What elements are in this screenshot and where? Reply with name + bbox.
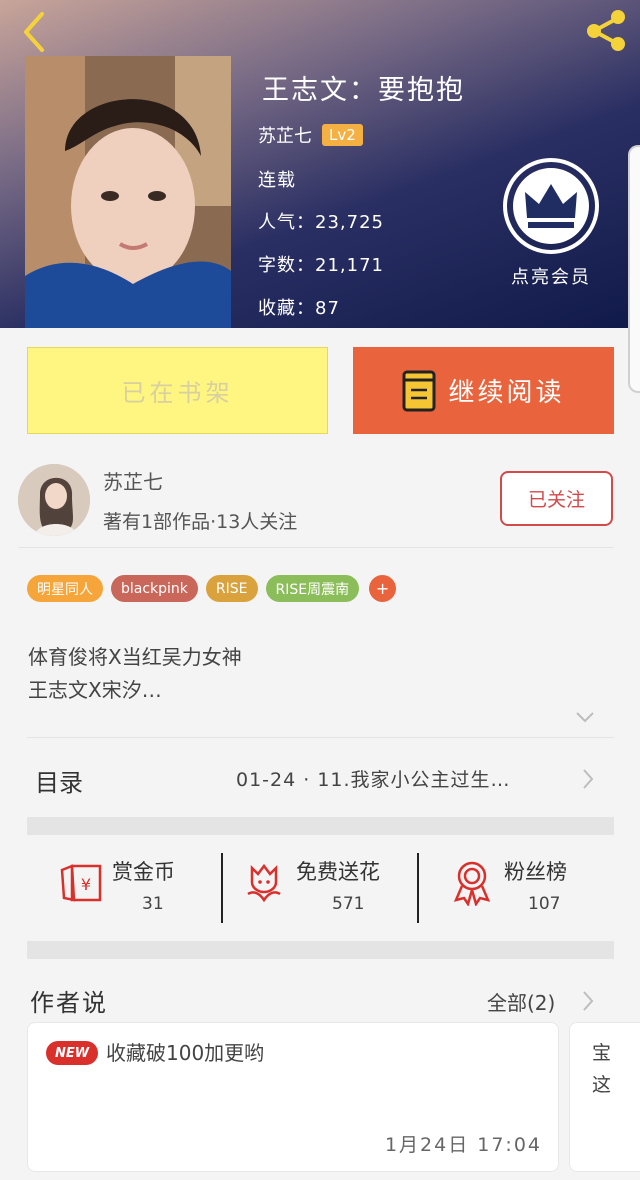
author-avatar[interactable] [18, 464, 90, 536]
author-says-title: 作者说 [30, 989, 108, 1017]
share-icon[interactable] [582, 6, 630, 54]
author-note-card[interactable]: NEW 收藏破100加更哟 1月24日 17:04 [27, 1022, 559, 1172]
vip-label[interactable]: 点亮会员 [492, 263, 610, 289]
book-cover-image[interactable] [25, 56, 231, 328]
chevron-right-icon[interactable] [581, 768, 595, 790]
tag-item[interactable]: 明星同人 [27, 575, 103, 602]
fan-ranking-label: 粉丝榜 [504, 860, 567, 884]
description-line: 体育俊将X当红吴力女神 [28, 645, 242, 669]
reward-coins-stat[interactable]: ¥ 赏金币 31 [58, 852, 198, 922]
tag-list: 明星同人 blackpink RISE RISE周震南 + [27, 575, 397, 602]
followed-label: 已关注 [527, 489, 585, 511]
free-flower-value: 571 [332, 894, 365, 914]
description-line: 王志文X宋汐… [28, 678, 162, 702]
ribbon-medal-icon [453, 861, 491, 906]
author-note-card[interactable]: 宝这 [569, 1022, 640, 1172]
in-bookshelf-label: 已在书架 [121, 379, 234, 407]
favorites-stat: 收藏：87 [258, 298, 340, 319]
followed-button[interactable]: 已关注 [500, 471, 613, 526]
book-header: 王志文：要抱抱 苏芷七 Lv2 连载 人气：23,725 字数：21,171 收… [0, 0, 640, 328]
popularity-stat: 人气：23,725 [258, 212, 384, 233]
crown-vip-icon[interactable] [501, 156, 601, 256]
reward-coins-label: 赏金币 [112, 860, 175, 884]
view-all-link[interactable]: 全部(2) [487, 987, 555, 1016]
author-level-row: 苏芷七 Lv2 [258, 122, 363, 148]
tag-item[interactable]: blackpink [111, 575, 198, 602]
continue-reading-button[interactable]: 继续阅读 [353, 347, 614, 434]
author-note-text: 收藏破100加更哟 [106, 1041, 265, 1065]
reward-coins-value: 31 [142, 894, 164, 914]
author-name[interactable]: 苏芷七 [103, 466, 163, 495]
description-divider [27, 737, 614, 738]
author-note-time: 1月24日 17:04 [384, 1134, 542, 1156]
word-count-stat: 字数：21,171 [258, 255, 384, 276]
coin-envelope-icon: ¥ [60, 864, 102, 902]
tag-item[interactable]: RISE [205, 575, 258, 602]
in-bookshelf-button[interactable]: 已在书架 [27, 347, 328, 434]
catalog-label[interactable]: 目录 [35, 763, 83, 798]
expand-chevron-icon[interactable] [575, 710, 595, 724]
book-title: 王志文：要抱抱 [262, 75, 465, 106]
more-tags-button[interactable]: + [369, 575, 397, 602]
side-scroll-handle[interactable] [628, 145, 640, 393]
chevron-right-icon[interactable] [581, 990, 595, 1012]
author-meta: 著有1部作品·13人关注 [103, 511, 298, 533]
latest-chapter[interactable]: 01-24 · 11.我家小公主过生… [236, 765, 511, 792]
flower-icon [247, 863, 281, 903]
book-icon [402, 370, 436, 411]
section-separator [27, 941, 614, 959]
tag-item[interactable]: RISE周震南 [265, 575, 360, 602]
svg-text:¥: ¥ [81, 875, 91, 894]
new-badge: NEW [46, 1041, 98, 1065]
serial-status: 连载 [258, 170, 296, 191]
continue-reading-label: 继续阅读 [448, 378, 565, 408]
stat-separator [221, 853, 223, 923]
author-note-text: 宝这 [592, 1042, 612, 1096]
fan-ranking-stat[interactable]: 粉丝榜 107 [452, 852, 602, 922]
free-flower-stat[interactable]: 免费送花 571 [244, 852, 404, 922]
level-badge: Lv2 [322, 124, 363, 146]
author-divider [18, 547, 614, 548]
author-name-header[interactable]: 苏芷七 [258, 122, 312, 148]
stat-separator [417, 853, 419, 923]
fan-ranking-value: 107 [528, 894, 561, 914]
section-separator [27, 817, 614, 835]
back-arrow-icon[interactable] [14, 8, 58, 52]
book-description: 体育俊将X当红吴力女神 王志文X宋汐… [28, 641, 242, 707]
free-flower-label: 免费送花 [296, 860, 380, 884]
